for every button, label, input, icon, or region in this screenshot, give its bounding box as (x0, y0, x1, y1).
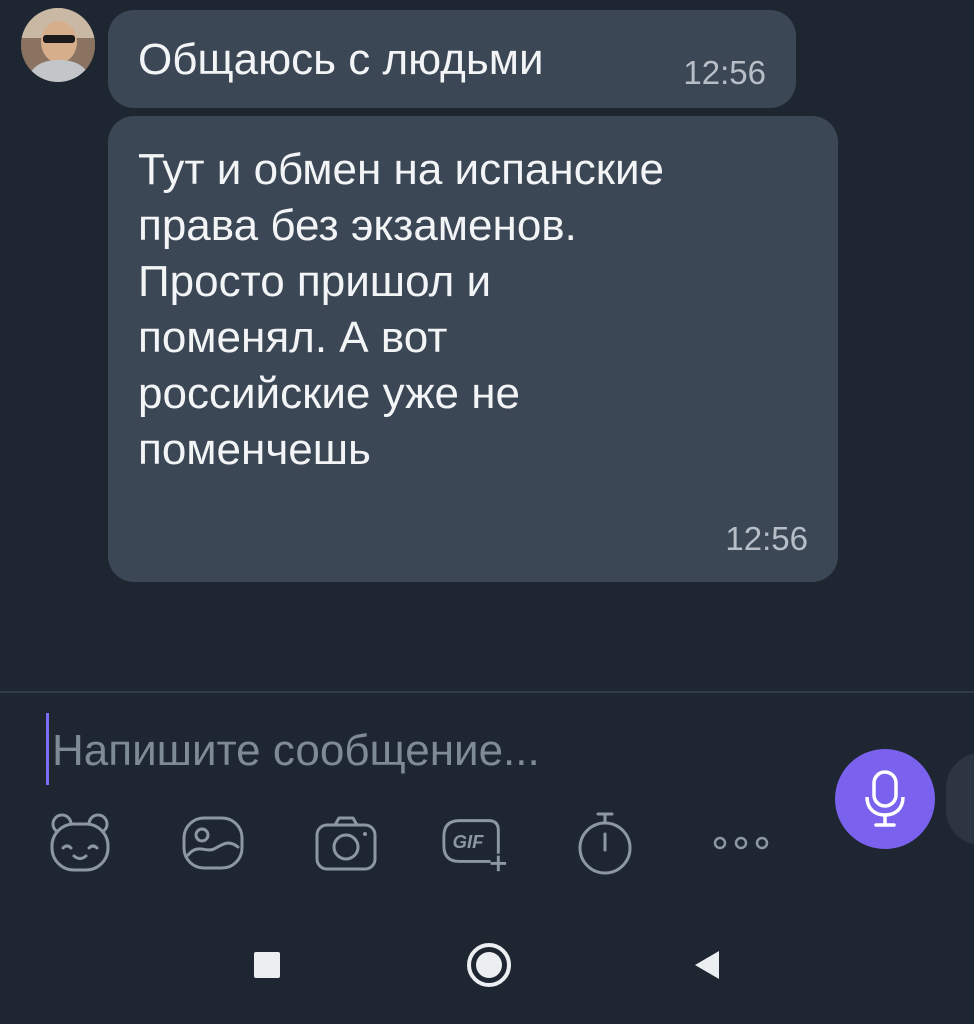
message-bubble[interactable]: Общаюсь с людьми 12:56 (108, 10, 796, 108)
more-button[interactable] (706, 810, 776, 876)
gif-button[interactable]: GIF (440, 810, 510, 876)
voice-message-button[interactable] (835, 749, 935, 849)
home-button[interactable] (459, 935, 519, 995)
timer-button[interactable] (570, 810, 640, 876)
microphone-icon (865, 770, 905, 827)
more-icon (713, 836, 769, 850)
timer-icon (578, 812, 632, 875)
gallery-icon (182, 816, 244, 870)
message-list: Общаюсь с людьми 12:56 Тут и обмен на ис… (0, 0, 974, 692)
gallery-button[interactable] (178, 810, 248, 876)
sender-avatar[interactable] (21, 8, 95, 82)
avatar-photo-icon (21, 8, 95, 82)
camera-button[interactable] (311, 810, 381, 876)
recent-apps-button[interactable] (237, 935, 297, 995)
text-cursor (46, 713, 49, 785)
camera-icon (315, 816, 377, 871)
svg-text:GIF: GIF (453, 831, 484, 852)
sticker-button[interactable] (45, 810, 115, 876)
message-text: Общаюсь с людьми (138, 35, 544, 84)
back-button[interactable] (676, 935, 736, 995)
home-icon (467, 943, 511, 987)
sticker-icon (50, 813, 110, 872)
message-input[interactable] (52, 716, 812, 786)
message-time: 12:56 (683, 54, 766, 91)
message-time: 12:56 (725, 520, 808, 557)
back-icon (695, 951, 719, 979)
message-text: Тут и обмен на испанские права без экзам… (138, 145, 665, 474)
recent-apps-icon (254, 952, 280, 978)
message-bubble[interactable]: Тут и обмен на испанские права без экзам… (108, 116, 838, 582)
gif-icon: GIF (442, 819, 507, 872)
